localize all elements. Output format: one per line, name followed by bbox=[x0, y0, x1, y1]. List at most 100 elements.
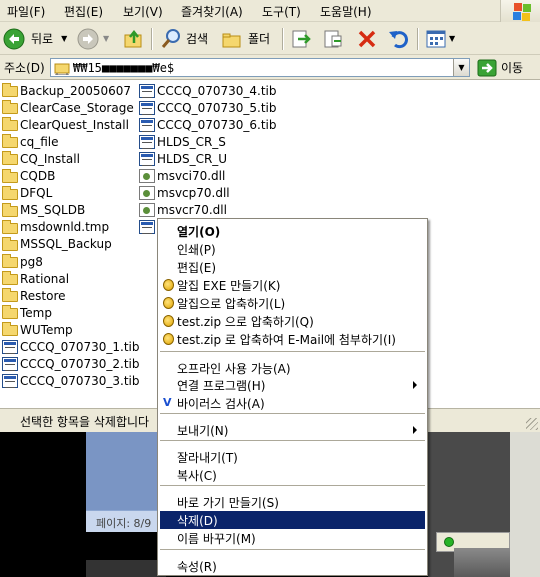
tib-file-icon bbox=[2, 374, 18, 389]
windows-logo-icon bbox=[500, 0, 540, 22]
menu-item-label: 오프라인 사용 가능(A) bbox=[177, 361, 291, 376]
dll-file-icon bbox=[139, 186, 155, 201]
submenu-arrow-icon bbox=[413, 381, 417, 389]
undo-icon bbox=[389, 30, 408, 48]
views-button[interactable]: ▼ bbox=[425, 26, 455, 51]
alzip-icon bbox=[163, 333, 174, 345]
menu-item-복사[interactable]: 복사(C) bbox=[160, 466, 425, 484]
menu-item-label: 속성(R) bbox=[177, 559, 217, 574]
file-name: CCCQ_070730_4.tib bbox=[157, 83, 277, 98]
tib-file-icon bbox=[139, 134, 155, 149]
menu-tools[interactable]: 도구(T) bbox=[262, 3, 301, 20]
file-item[interactable]: msvcr70.dll bbox=[139, 202, 227, 219]
search-button[interactable]: 검색 bbox=[160, 26, 208, 51]
menu-item-알집-exe-만들기[interactable]: 알집 EXE 만들기(K) bbox=[160, 276, 425, 294]
copy-to-button[interactable] bbox=[322, 26, 344, 51]
views-icon bbox=[426, 30, 446, 47]
file-name: CCCQ_070730_1.tib bbox=[20, 340, 140, 354]
file-item[interactable]: ClearQuest_Install bbox=[2, 116, 129, 133]
file-name: CQ_Install bbox=[20, 151, 80, 166]
menu-item-label: 잘라내기(T) bbox=[177, 450, 238, 465]
forward-button[interactable]: ▼ bbox=[77, 26, 109, 51]
dll-file-icon bbox=[139, 203, 155, 218]
file-item[interactable]: CQDB bbox=[2, 168, 55, 185]
menu-item-인쇄[interactable]: 인쇄(P) bbox=[160, 240, 425, 258]
views-dropdown-icon[interactable]: ▼ bbox=[449, 34, 455, 43]
address-input[interactable]: ₩₩15■■■■■■■₩e$ ▼ bbox=[50, 58, 470, 77]
file-item[interactable]: HLDS_CR_U bbox=[139, 150, 227, 167]
menu-separator bbox=[160, 485, 425, 486]
context-menu: 열기(O) 인쇄(P) 편집(E) 알집 EXE 만들기(K) 알집으로 압축하기(L)… bbox=[157, 218, 428, 576]
menu-item-잘라내기[interactable]: 잘라내기(T) bbox=[160, 448, 425, 466]
file-item[interactable]: CQ_Install bbox=[2, 150, 80, 167]
file-item[interactable]: pg8 bbox=[2, 253, 43, 270]
file-name: msvcr70.dll bbox=[157, 203, 227, 218]
menu-item-label: 보내기(N) bbox=[177, 423, 229, 438]
file-name: msdownld.tmp bbox=[20, 220, 110, 235]
alzip-icon bbox=[163, 279, 174, 291]
file-item[interactable]: msvcp70.dll bbox=[139, 185, 230, 202]
menu-file[interactable]: 파일(F) bbox=[7, 3, 45, 20]
file-item[interactable]: msdownld.tmp bbox=[2, 219, 109, 236]
file-item[interactable]: CCCQ_070730_1.tib bbox=[2, 339, 140, 356]
menu-item-알집으로-압축하기[interactable]: 알집으로 압축하기(L) bbox=[160, 294, 425, 312]
menu-item-label: 편집(E) bbox=[177, 260, 217, 275]
file-item[interactable]: CCCQ_070730_4.tib bbox=[139, 82, 277, 99]
folder-icon bbox=[2, 254, 18, 268]
menu-separator bbox=[160, 440, 425, 441]
menu-item-속성[interactable]: 속성(R) bbox=[160, 557, 425, 575]
menu-item-바이러스-검사[interactable]: V 바이러스 검사(A) bbox=[160, 394, 425, 412]
resize-grip-icon[interactable] bbox=[526, 418, 538, 430]
file-item[interactable]: DFQL bbox=[2, 185, 52, 202]
menu-view[interactable]: 보기(V) bbox=[123, 3, 163, 20]
menu-item-label: 복사(C) bbox=[177, 468, 217, 483]
file-item[interactable]: CCCQ_070730_2.tib bbox=[2, 356, 140, 373]
back-button[interactable]: 뒤로 ▼ bbox=[3, 26, 67, 51]
menu-item-이름-바꾸기[interactable]: 이름 바꾸기(M) bbox=[160, 529, 425, 547]
file-item[interactable]: Backup_20050607 bbox=[2, 82, 131, 99]
menu-item-열기[interactable]: 열기(O) bbox=[160, 222, 425, 240]
up-folder-button[interactable] bbox=[123, 26, 145, 51]
file-item[interactable]: Rational bbox=[2, 270, 69, 287]
file-item[interactable]: Temp bbox=[2, 304, 52, 321]
toolbar: 뒤로 ▼ ▼ 검색 폴더 ▼ bbox=[0, 22, 540, 55]
address-value: ₩₩15■■■■■■■₩e$ bbox=[73, 61, 175, 75]
file-name: CCCQ_070730_3.tib bbox=[20, 374, 140, 389]
move-to-button[interactable] bbox=[290, 26, 312, 51]
menu-edit[interactable]: 편집(E) bbox=[64, 3, 103, 20]
file-item[interactable]: MSSQL_Backup bbox=[2, 236, 112, 253]
tib-file-icon bbox=[139, 220, 155, 235]
file-item[interactable]: WUTemp bbox=[2, 321, 73, 338]
file-item[interactable]: Restore bbox=[2, 287, 66, 304]
menu-favorites[interactable]: 즐겨찾기(A) bbox=[181, 3, 243, 20]
file-item[interactable]: ClearCase_Storage bbox=[2, 99, 134, 116]
file-item[interactable]: cq_file bbox=[2, 133, 59, 150]
menu-item-바로-가기-만들기[interactable]: 바로 가기 만들기(S) bbox=[160, 493, 425, 511]
back-dropdown-icon[interactable]: ▼ bbox=[61, 34, 67, 43]
file-item[interactable]: msvci70.dll bbox=[139, 168, 225, 185]
go-button[interactable]: 이동 bbox=[477, 58, 523, 77]
menu-item-label: 이름 바꾸기(M) bbox=[177, 531, 256, 546]
forward-dropdown-icon[interactable]: ▼ bbox=[103, 34, 109, 43]
menu-item-오프라인-사용-가능[interactable]: 오프라인 사용 가능(A) bbox=[160, 359, 425, 377]
menu-item-삭제[interactable]: 삭제(D) bbox=[160, 511, 425, 529]
delete-button[interactable] bbox=[356, 26, 378, 51]
file-item[interactable]: HLDS_CR_S bbox=[139, 133, 226, 150]
undo-button[interactable] bbox=[387, 26, 409, 51]
menu-item-편집[interactable]: 편집(E) bbox=[160, 258, 425, 276]
folder-icon bbox=[2, 100, 18, 115]
folders-button[interactable]: 폴더 bbox=[221, 26, 270, 51]
file-item[interactable]: CCCQ_070730_5.tib bbox=[139, 99, 277, 116]
menu-item-연결-프로그램[interactable]: 연결 프로그램(H) bbox=[160, 376, 425, 394]
file-item[interactable]: CCCQ_070730_3.tib bbox=[2, 373, 140, 390]
antivirus-icon: V bbox=[163, 396, 172, 409]
menu-item-test.zip-로-압축하여-e-mail에-첨부하기[interactable]: test.zip 로 압축하여 E-Mail에 첨부하기(I) bbox=[160, 330, 425, 348]
address-dropdown-icon[interactable]: ▼ bbox=[453, 59, 469, 76]
address-bar: 주소(D) ₩₩15■■■■■■■₩e$ ▼ 이동 bbox=[0, 55, 540, 80]
menu-item-보내기[interactable]: 보내기(N) bbox=[160, 421, 425, 439]
forward-arrow-icon bbox=[77, 28, 99, 49]
menu-item-test.zip-으로-압축하기[interactable]: test.zip 으로 압축하기(Q) bbox=[160, 312, 425, 330]
menu-help[interactable]: 도움말(H) bbox=[320, 3, 372, 20]
file-item[interactable]: CCCQ_070730_6.tib bbox=[139, 116, 277, 133]
file-item[interactable]: MS_SQLDB bbox=[2, 202, 85, 219]
